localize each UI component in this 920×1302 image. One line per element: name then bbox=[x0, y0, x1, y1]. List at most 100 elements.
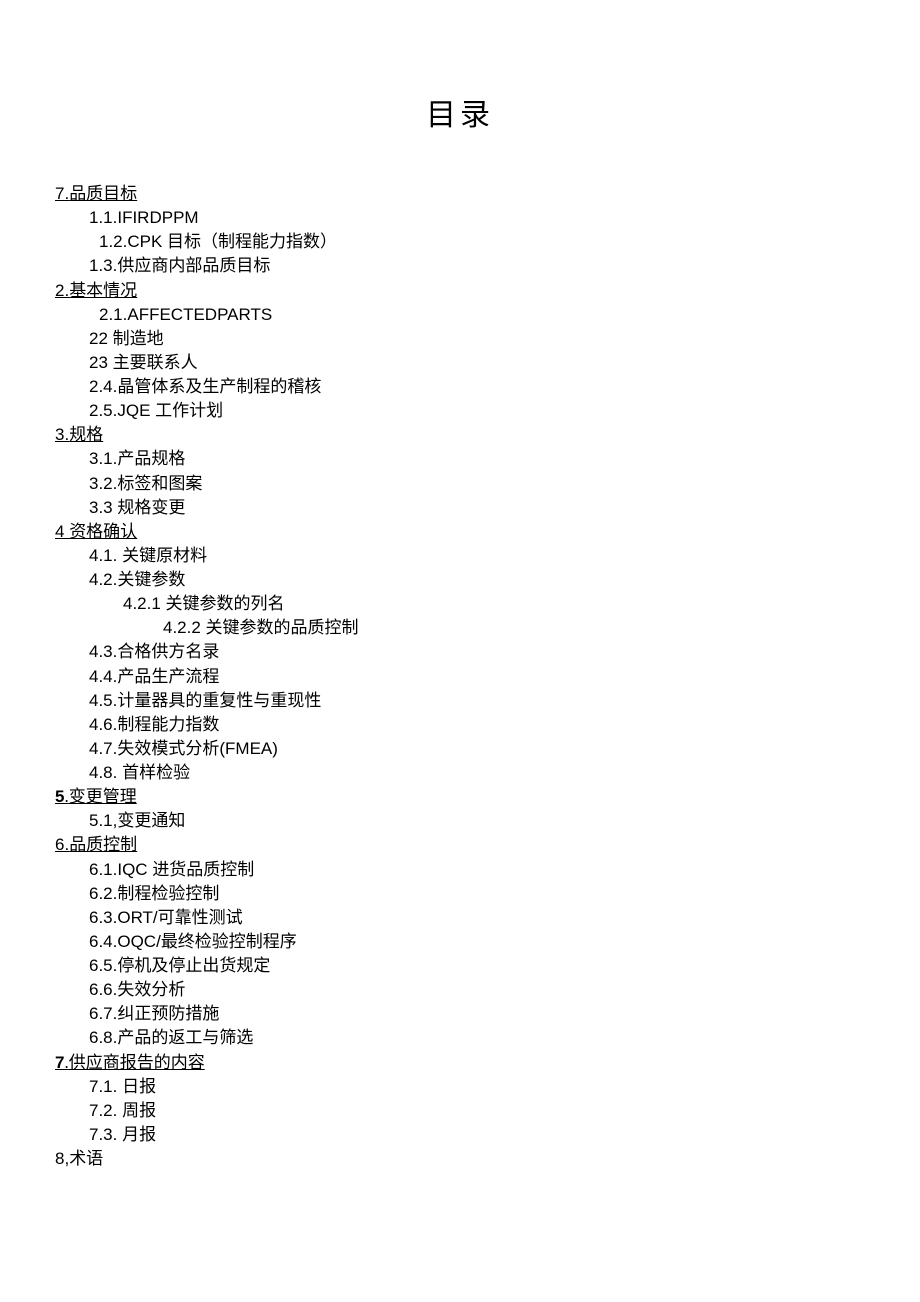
toc-text: 3. bbox=[55, 425, 69, 444]
toc-text: 1.3. bbox=[89, 256, 117, 275]
toc-text: 供应商报告的内容 bbox=[69, 1053, 205, 1072]
toc-text: 1.2.CPK bbox=[99, 232, 167, 251]
toc-text: 规格 bbox=[69, 425, 103, 444]
toc-line: 6.8.产品的返工与筛选 bbox=[89, 1026, 865, 1050]
toc-text: 品质目标 bbox=[69, 184, 137, 203]
toc-text: 2. bbox=[55, 281, 69, 300]
toc-line: 3.1.产品规格 bbox=[89, 447, 865, 471]
toc-text: 最终检验控制程序 bbox=[161, 932, 297, 951]
toc-text: 主要联系人 bbox=[113, 353, 198, 372]
toc-text: 制造地 bbox=[113, 329, 164, 348]
toc-text: 产品规格 bbox=[117, 449, 185, 468]
toc-line: 5.变更管理 bbox=[55, 785, 865, 809]
toc-text: 4.3. bbox=[89, 642, 117, 661]
toc-line: 2.基本情况 bbox=[55, 279, 865, 303]
toc-text: 22 bbox=[89, 329, 113, 348]
toc-text: 失效分析 bbox=[117, 980, 185, 999]
toc-text: 关键原材料 bbox=[122, 546, 207, 565]
toc-line: 4.2.关键参数 bbox=[89, 568, 865, 592]
toc-text: 规格变更 bbox=[117, 498, 185, 517]
toc-text: 术语 bbox=[69, 1149, 103, 1168]
toc-text: 品质控制 bbox=[69, 835, 137, 854]
toc-line: 4.1. 关键原材料 bbox=[89, 544, 865, 568]
toc-text: 关键参数的品质控制 bbox=[206, 618, 359, 637]
toc-text: 月报 bbox=[122, 1125, 156, 1144]
toc-line: 6.3.ORT/可靠性测试 bbox=[89, 906, 865, 930]
toc-text: 7. bbox=[55, 184, 69, 203]
page-title: 目录 bbox=[55, 90, 865, 134]
toc-line: 3.2.标签和图案 bbox=[89, 472, 865, 496]
toc-text: 4.1. bbox=[89, 546, 122, 565]
toc-line: 7.2. 周报 bbox=[89, 1099, 865, 1123]
toc-line: 6.1.IQC 进货品质控制 bbox=[89, 858, 865, 882]
toc-text: 5.1, bbox=[89, 811, 117, 830]
toc-line: 6.品质控制 bbox=[55, 833, 865, 857]
toc-line: 4.2.2 关键参数的品质控制 bbox=[163, 616, 865, 640]
toc-line: 6.6.失效分析 bbox=[89, 978, 865, 1002]
toc-text: 合格供方名录 bbox=[117, 642, 219, 661]
toc-line: 7.供应商报告的内容 bbox=[55, 1051, 865, 1075]
toc-text: 6.8. bbox=[89, 1028, 117, 1047]
toc-text: 4 bbox=[55, 522, 69, 541]
toc-line: 8,术语 bbox=[55, 1147, 865, 1171]
toc-line: 6.4.OQC/最终检验控制程序 bbox=[89, 930, 865, 954]
toc-text: 停机及停止出货规定 bbox=[117, 956, 270, 975]
toc-text: 失效模式分析 bbox=[117, 739, 219, 758]
toc-text: 4.2.1 bbox=[123, 594, 166, 613]
toc-line: 3.3 规格变更 bbox=[89, 496, 865, 520]
toc-text: 7.3. bbox=[89, 1125, 122, 1144]
toc-line: 2.1.AFFECTEDPARTS bbox=[99, 303, 865, 327]
toc-text: 周报 bbox=[122, 1101, 156, 1120]
toc-text: 3.2. bbox=[89, 474, 117, 493]
toc-text: 2.1.AFFECTEDPARTS bbox=[99, 305, 272, 324]
toc-line: 6.2.制程检验控制 bbox=[89, 882, 865, 906]
toc-line: 2.4.晶管体系及生产制程的稽核 bbox=[89, 375, 865, 399]
toc-line: 6.5.停机及停止出货规定 bbox=[89, 954, 865, 978]
toc-text: 6. bbox=[55, 835, 69, 854]
toc-text: 产品的返工与筛选 bbox=[117, 1028, 253, 1047]
toc-text: 关键参数的列名 bbox=[166, 594, 285, 613]
toc-text: 可靠性测试 bbox=[158, 908, 243, 927]
toc-text: 4.4. bbox=[89, 667, 117, 686]
toc-text: 产品生产流程 bbox=[117, 667, 219, 686]
table-of-contents: 7.品质目标1.1.IFIRDPPM1.2.CPK 目标（制程能力指数）1.3.… bbox=[55, 182, 865, 1171]
toc-text: 4.6. bbox=[89, 715, 117, 734]
toc-text: 目标（制程能力指数） bbox=[167, 232, 337, 251]
toc-text: 3.3 bbox=[89, 498, 117, 517]
toc-line: 23 主要联系人 bbox=[89, 351, 865, 375]
toc-text: 23 bbox=[89, 353, 113, 372]
toc-text: 基本情况 bbox=[69, 281, 137, 300]
toc-text: 日报 bbox=[122, 1077, 156, 1096]
toc-text: 6.6. bbox=[89, 980, 117, 999]
toc-text: 纠正预防措施 bbox=[117, 1004, 219, 1023]
toc-text: 6.4.OQC/ bbox=[89, 932, 161, 951]
toc-line: 7.3. 月报 bbox=[89, 1123, 865, 1147]
toc-text: 6.3.ORT/ bbox=[89, 908, 158, 927]
toc-text: 1.1.IFIRDPPM bbox=[89, 208, 199, 227]
toc-line: 6.7.纠正预防措施 bbox=[89, 1002, 865, 1026]
toc-line: 4.3.合格供方名录 bbox=[89, 640, 865, 664]
toc-line: 5.1,变更通知 bbox=[89, 809, 865, 833]
toc-text: 关键参数 bbox=[117, 570, 185, 589]
toc-line: 7.品质目标 bbox=[55, 182, 865, 206]
toc-line: 4.4.产品生产流程 bbox=[89, 665, 865, 689]
toc-line: 1.3.供应商内部品质目标 bbox=[89, 254, 865, 278]
toc-text: 制程检验控制 bbox=[117, 884, 219, 903]
toc-line: 4 资格确认 bbox=[55, 520, 865, 544]
toc-text: 4.7. bbox=[89, 739, 117, 758]
toc-text: 进货品质控制 bbox=[152, 860, 254, 879]
toc-text: (FMEA) bbox=[219, 739, 278, 758]
toc-text: 3.1. bbox=[89, 449, 117, 468]
toc-text: 6.5. bbox=[89, 956, 117, 975]
toc-text: 供应商内部品质目标 bbox=[117, 256, 270, 275]
toc-line: 4.7.失效模式分析(FMEA) bbox=[89, 737, 865, 761]
toc-line: 1.1.IFIRDPPM bbox=[89, 206, 865, 230]
toc-line: 4.5.计量器具的重复性与重现性 bbox=[89, 689, 865, 713]
toc-line: 1.2.CPK 目标（制程能力指数） bbox=[99, 230, 865, 254]
toc-text: 资格确认 bbox=[69, 522, 137, 541]
toc-line: 4.2.1 关键参数的列名 bbox=[123, 592, 865, 616]
toc-line: 22 制造地 bbox=[89, 327, 865, 351]
toc-text: 6.7. bbox=[89, 1004, 117, 1023]
toc-text: 2.4. bbox=[89, 377, 117, 396]
toc-text: 4.2. bbox=[89, 570, 117, 589]
